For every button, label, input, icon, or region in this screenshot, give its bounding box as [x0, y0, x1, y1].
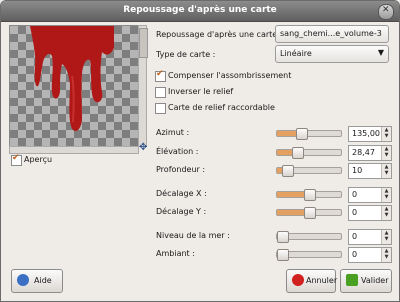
spin-value: 28,47 — [352, 148, 375, 157]
cancel-icon — [292, 274, 304, 286]
spin-value: 0 — [352, 232, 358, 241]
map-type-value: Linéaire — [280, 49, 312, 58]
spin-button[interactable]: 0 ▲ ▼ — [348, 247, 392, 263]
slider-handle[interactable] — [277, 231, 289, 243]
spin-arrows-icon[interactable]: ▲ ▼ — [381, 230, 391, 244]
slider-handle[interactable] — [296, 128, 308, 140]
apercu-checkbox[interactable] — [11, 153, 22, 166]
map-combo-value: sang_chemi...e_volume-3 — [280, 29, 382, 38]
spin-button[interactable]: 0 ▲ ▼ — [348, 229, 392, 245]
spin-button[interactable]: 10 ▲ ▼ — [348, 163, 392, 179]
map-combo[interactable]: sang_chemi...e_volume-3 — [275, 25, 389, 43]
spin-arrows-icon[interactable]: ▲ ▼ — [381, 248, 391, 262]
spin-value: 0 — [352, 250, 358, 259]
checkmark-icon — [346, 274, 358, 286]
close-icon[interactable] — [378, 4, 394, 20]
map-type-label: Type de carte : — [156, 50, 216, 59]
tileable-checkbox[interactable] — [155, 103, 166, 114]
invert-label: Inverser le relief — [168, 87, 234, 96]
slider-track[interactable] — [276, 128, 342, 140]
preview-canvas[interactable] — [9, 25, 139, 147]
map-label: Repoussage d'après une carte : — [156, 30, 283, 39]
ok-button[interactable]: Valider — [340, 269, 392, 293]
spin-arrows-icon[interactable]: ▲ ▼ — [381, 188, 391, 202]
slider-track[interactable] — [276, 189, 342, 201]
spin-arrows-icon[interactable]: ▲ ▼ — [381, 127, 391, 141]
slider-handle[interactable] — [304, 189, 316, 201]
cancel-button[interactable]: Annuler — [286, 269, 338, 293]
slider-label: Décalage Y : — [156, 207, 207, 216]
slider-handle[interactable] — [292, 147, 305, 159]
spin-value: 135,00 — [352, 129, 380, 138]
scrollbar-thumb[interactable] — [139, 28, 148, 58]
map-type-combo[interactable]: Linéaire ▼ — [275, 45, 389, 63]
slider-track[interactable] — [276, 207, 342, 219]
spin-arrows-icon[interactable]: ▲ ▼ — [381, 206, 391, 220]
spin-button[interactable]: 0 ▲ ▼ — [348, 205, 392, 221]
help-button-label: Aide — [34, 276, 52, 285]
ok-button-label: Valider — [361, 276, 389, 285]
slider-label: Décalage X : — [156, 189, 207, 198]
spin-value: 0 — [352, 208, 358, 217]
window-title: Repoussage d'après une carte — [123, 5, 277, 15]
compensate-checkbox[interactable] — [155, 69, 166, 82]
slider-label: Élévation : — [156, 147, 199, 156]
spin-arrows-icon[interactable]: ▲ ▼ — [381, 164, 391, 178]
slider-label: Niveau de la mer : — [156, 231, 230, 240]
cancel-button-label: Annuler — [306, 276, 338, 285]
blood-drip-image — [30, 26, 114, 132]
help-button[interactable]: Aide — [11, 269, 63, 293]
slider-handle[interactable] — [281, 165, 294, 177]
spin-arrows-icon[interactable]: ▲ ▼ — [381, 146, 391, 160]
spin-value: 0 — [352, 190, 358, 199]
slider-label: Ambiant : — [156, 249, 195, 258]
slider-track[interactable] — [276, 147, 342, 159]
help-icon — [17, 274, 29, 286]
preview-vertical-scrollbar[interactable] — [138, 25, 148, 147]
spin-button[interactable]: 28,47 ▲ ▼ — [348, 145, 392, 161]
invert-checkbox[interactable] — [155, 87, 166, 98]
spin-button[interactable]: 0 ▲ ▼ — [348, 187, 392, 203]
navigate-icon[interactable]: ✥ — [139, 142, 147, 153]
slider-handle[interactable] — [304, 207, 316, 219]
spin-button[interactable]: 135,00 ▲ ▼ — [348, 126, 392, 142]
compensate-label: Compenser l'assombrissement — [168, 71, 292, 80]
slider-handle[interactable] — [277, 249, 289, 261]
chevron-down-icon: ▼ — [377, 48, 384, 57]
slider-track[interactable] — [276, 249, 342, 261]
slider-track[interactable] — [276, 165, 342, 177]
slider-track[interactable] — [276, 231, 342, 243]
title-bar[interactable]: Repoussage d'après une carte — [1, 1, 399, 22]
preview-horizontal-scrollbar[interactable] — [9, 146, 139, 154]
slider-label: Profondeur : — [156, 165, 206, 174]
dialog-window: Repoussage d'après une carte ✥ Aperçu Re… — [0, 0, 400, 302]
spin-value: 10 — [352, 166, 363, 175]
tileable-label: Carte de relief raccordable — [168, 103, 275, 112]
slider-label: Azimut : — [156, 128, 190, 137]
apercu-label: Aperçu — [24, 155, 53, 164]
